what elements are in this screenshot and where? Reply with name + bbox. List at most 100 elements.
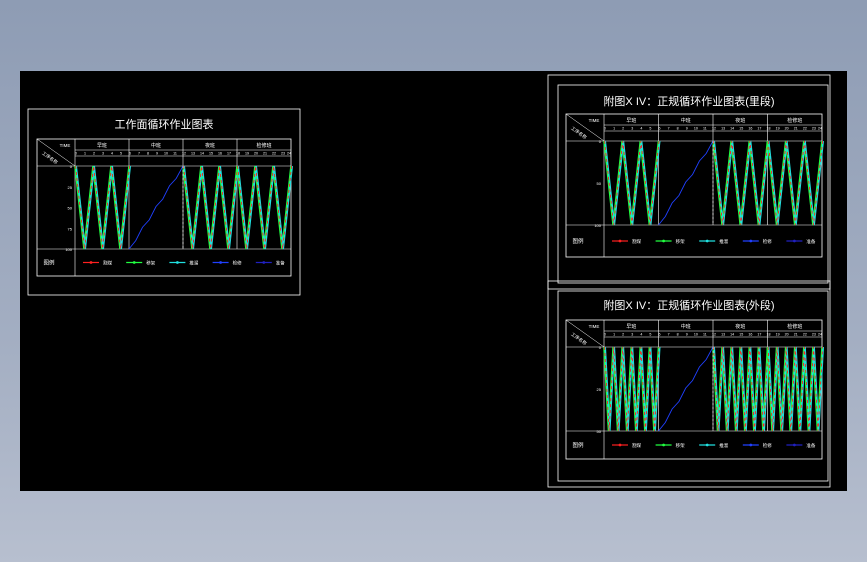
chart-sheet-1: 工作面循环作业图表TIME工序名称早班 中班 夜班 检修班0 1 2 3 4 5 6 7 8 9 10 11… xyxy=(27,108,301,296)
hour-tick-label: 12 xyxy=(712,333,716,337)
hour-tick-label: 5 xyxy=(120,152,122,156)
hour-tick-label: 9 xyxy=(686,127,688,131)
hour-tick-label: 7 xyxy=(138,152,140,156)
shift-label: 夜班 xyxy=(735,323,745,330)
hour-tick-label: 21 xyxy=(263,152,267,156)
hour-tick-label: 4 xyxy=(640,333,642,337)
shift-label: 检修班 xyxy=(256,142,271,149)
hour-tick-label: 13 xyxy=(191,152,195,156)
hour-tick-label: 23 xyxy=(812,127,816,131)
hour-tick-label: 1 xyxy=(613,127,615,131)
hour-tick-label: 5 xyxy=(649,333,651,337)
hour-tick-label: 20 xyxy=(785,333,789,337)
legend-marker xyxy=(705,443,709,447)
maintenance-trace xyxy=(658,346,714,432)
hour-tick-label: 8 xyxy=(677,333,679,337)
chart-sheet-2: 附图X IV：正规循环作业图表(里段)TIME工序名称早班 中班 夜班 检修班0 1 2 3… xyxy=(547,74,831,290)
hour-tick-label: 6 xyxy=(659,127,661,131)
hour-tick-label: 14 xyxy=(730,127,734,131)
hour-tick-label: 21 xyxy=(794,127,798,131)
hour-tick-label: 13 xyxy=(721,333,725,337)
hour-tick-label: 22 xyxy=(803,127,807,131)
hour-tick-label: 16 xyxy=(748,127,752,131)
hour-tick-label: 18 xyxy=(767,333,771,337)
hour-tick-label: 17 xyxy=(757,333,761,337)
hour-tick-label: 17 xyxy=(757,127,761,131)
header-time-label: TIME xyxy=(589,118,600,123)
legend-item: 移架 xyxy=(676,238,685,245)
legend-title: 图例 xyxy=(572,441,584,449)
hour-tick-label: 12 xyxy=(182,152,186,156)
header-row-label: 工序名称 xyxy=(569,331,588,347)
y-tick-label: 50 xyxy=(597,429,602,434)
hour-tick-label: 23 xyxy=(281,152,285,156)
cad-model-space[interactable]: 工作面循环作业图表 TIME 工序名称 早班 中班 夜班 检修班 0 1 2 3 4 5 6 7 8 9 10 11… xyxy=(20,71,847,491)
hour-tick-label: 2 xyxy=(622,333,624,337)
hour-tick-label: 17 xyxy=(227,152,231,156)
shift-label: 检修班 xyxy=(787,323,802,330)
hour-tick-label: 14 xyxy=(730,333,734,337)
shift-label: 中班 xyxy=(151,142,161,149)
hour-tick-label: 6 xyxy=(129,152,131,156)
legend-item: 割煤 xyxy=(632,238,641,245)
hour-tick-label: 16 xyxy=(748,333,752,337)
legend-item: 准备 xyxy=(806,238,815,245)
legend-title: 图例 xyxy=(43,259,55,267)
y-tick-label: 50 xyxy=(68,206,73,211)
hour-tick-label: 3 xyxy=(102,152,104,156)
hour-tick-label: 3 xyxy=(631,333,633,337)
maintenance-trace xyxy=(658,140,714,226)
shift-label: 中班 xyxy=(681,117,691,124)
hour-tick-label: 12 xyxy=(712,127,716,131)
hour-tick-label: 0 xyxy=(75,152,77,156)
hour-tick-label: 24 xyxy=(818,333,822,337)
hour-tick-label: 19 xyxy=(776,127,780,131)
hour-tick-label: 23 xyxy=(812,333,816,337)
legend-item: 检修 xyxy=(763,442,772,449)
legend-marker xyxy=(793,239,796,243)
hour-tick-label: 9 xyxy=(686,333,688,337)
hour-tick-label: 10 xyxy=(164,152,168,156)
y-tick-label: 0 xyxy=(599,345,602,350)
legend-item: 割煤 xyxy=(632,442,641,449)
hour-tick-label: 15 xyxy=(739,333,743,337)
hour-tick-label: 8 xyxy=(147,152,149,156)
chart-sheet-3: 附图X IV：正规循环作业图表(外段)TIME工序名称早班 中班 夜班 检修班0 1 2 3… xyxy=(547,280,831,488)
shift-label: 中班 xyxy=(681,323,691,330)
legend-marker xyxy=(749,443,753,447)
legend-item: 移架 xyxy=(146,260,155,267)
hour-tick-label: 22 xyxy=(272,152,276,156)
hour-tick-label: 9 xyxy=(156,152,158,156)
hour-tick-label: 6 xyxy=(659,333,661,337)
hour-tick-label: 13 xyxy=(721,127,725,131)
hour-tick-label: 2 xyxy=(93,152,95,156)
legend-marker xyxy=(705,239,709,243)
hour-tick-label: 0 xyxy=(604,127,606,131)
y-tick-label: 100 xyxy=(594,223,601,228)
legend-marker xyxy=(793,443,796,447)
hour-tick-label: 11 xyxy=(703,333,707,337)
hour-tick-label: 14 xyxy=(200,152,204,156)
legend-item: 检修 xyxy=(233,260,242,267)
hour-tick-label: 18 xyxy=(767,127,771,131)
hour-tick-label: 15 xyxy=(739,127,743,131)
y-tick-label: 100 xyxy=(65,247,72,252)
y-tick-label: 50 xyxy=(597,181,602,186)
hour-tick-label: 5 xyxy=(649,127,651,131)
legend-item: 移架 xyxy=(676,442,685,449)
maintenance-trace xyxy=(128,165,184,250)
legend-item: 准备 xyxy=(806,442,815,449)
shift-label: 夜班 xyxy=(205,142,215,149)
legend-marker xyxy=(618,443,622,447)
sheet-title: 附图X IV：正规循环作业图表(外段) xyxy=(603,298,774,312)
legend-marker xyxy=(749,239,753,243)
legend-marker xyxy=(219,261,223,264)
legend-marker xyxy=(132,261,136,264)
hour-tick-label: 4 xyxy=(640,127,642,131)
sheet-title: 工作面循环作业图表 xyxy=(115,117,214,131)
header-time-label: TIME xyxy=(60,143,71,148)
legend-marker xyxy=(618,239,622,243)
header-time-label: TIME xyxy=(589,324,600,329)
header-row-label: 工序名称 xyxy=(569,125,588,141)
shift-label: 夜班 xyxy=(735,117,745,124)
